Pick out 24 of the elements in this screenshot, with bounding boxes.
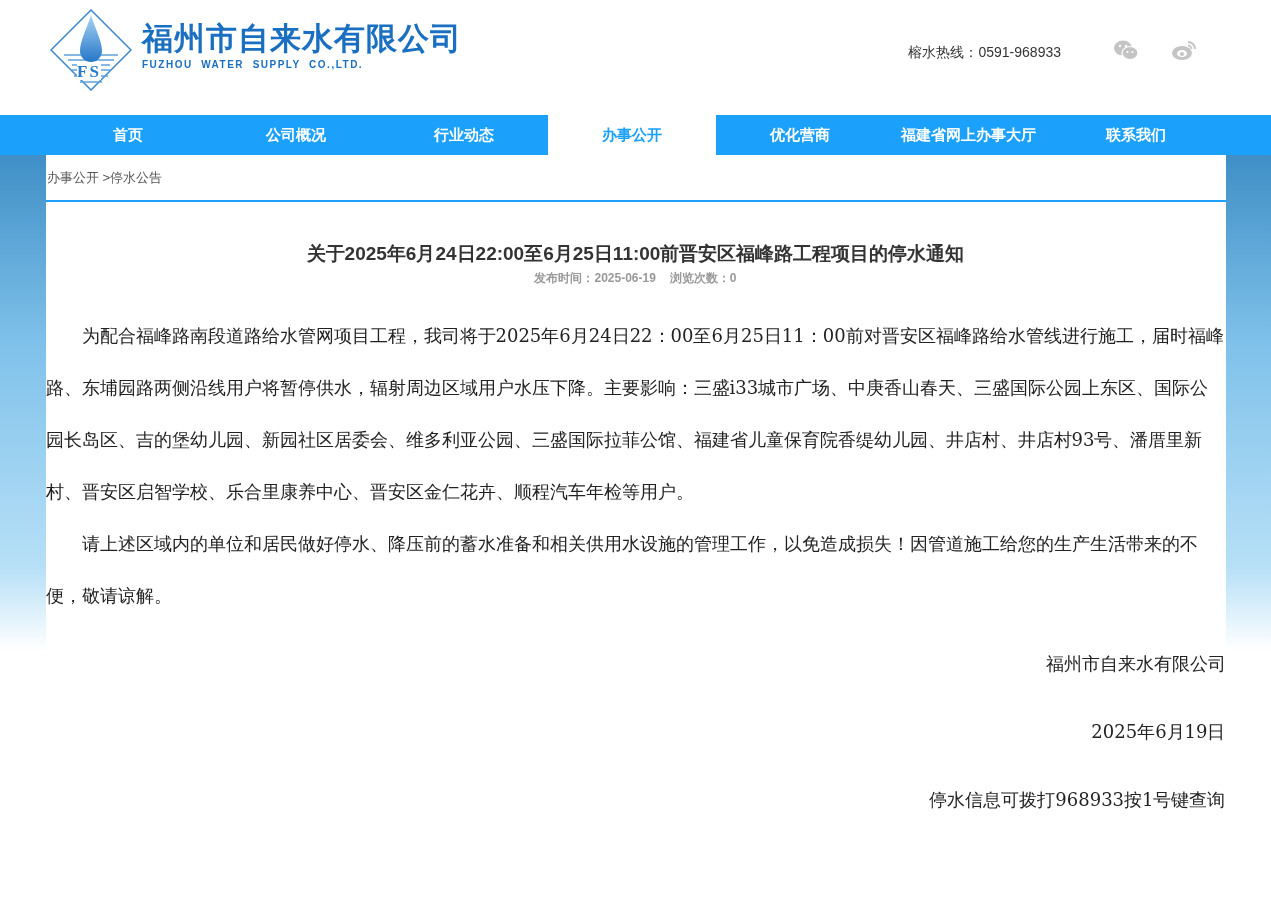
hotline-text: 榕水热线：0591-968933 <box>908 44 1061 62</box>
nav-tab[interactable]: 办事公开 <box>548 115 716 155</box>
breadcrumb-current: >停水公告 <box>102 168 163 187</box>
article-paragraph: 请上述区域内的单位和居民做好停水、降压前的蓄水准备和相关供用水设施的管理工作，以免造成损失！因管道施工给您的生产生活带来的不便，敬请谅解。 <box>45 532 1199 608</box>
chat-bubbles-icon[interactable] <box>1113 39 1139 61</box>
signature-line: 停水信息可拨打968933按1号键查询 <box>928 788 1226 812</box>
nav-tab[interactable]: 联系我们 <box>1052 115 1220 155</box>
company-name-english: FUZHOU WATER SUPPLY CO.,LTD. <box>142 59 365 71</box>
signature-line: 2025年6月19日 <box>1090 720 1226 744</box>
water-drop-logo-icon <box>50 9 132 91</box>
nav-tab[interactable]: 首页 <box>44 115 212 155</box>
nav-tab[interactable]: 福建省网上办事大厅 <box>884 115 1052 155</box>
publish-time: 发布时间：2025-06-19 <box>534 270 656 287</box>
company-name: 福州市自来水有限公司 <box>142 21 462 57</box>
article-paragraph: 为配合福峰路南段道路给水管网项目工程，我司将于2025年6月24日22：00至6月25日11：00前对晋安区福峰路给水管线进行施工，届时福峰路、东埔园路两侧沿线用户将暂停供水，辐射周边区域用户水压下降。主要影响：三盛i33城市广场、中庚香山春天、三盛国际公园上东区、国际公园长岛区、吉的堡幼儿园、新园社区居委会、维多利亚公园、三盛国际拉菲公馆、福建省儿童保育院香缇幼儿园、井店村、井店村93号、潘厝里新村、晋安区启智学校、乐合里康养中心、晋安区金仁花卉、顺程汽车年检等用户。 <box>45 324 1225 504</box>
weibo-icon[interactable] <box>1171 39 1197 61</box>
view-count: 浏览次数：0 <box>669 270 737 287</box>
article-title: 关于2025年6月24日22:00至6月25日11:00前晋安区福峰路工程项目的停水通知 <box>305 242 966 266</box>
breadcrumb-link[interactable]: 办事公开 <box>46 168 99 187</box>
nav-tab[interactable]: 优化营商 <box>716 115 884 155</box>
nav-tab[interactable]: 公司概况 <box>212 115 380 155</box>
signature-line: 福州市自来水有限公司 <box>1044 652 1226 676</box>
logo-letters: FS <box>77 63 101 80</box>
nav-tab[interactable]: 行业动态 <box>380 115 548 155</box>
